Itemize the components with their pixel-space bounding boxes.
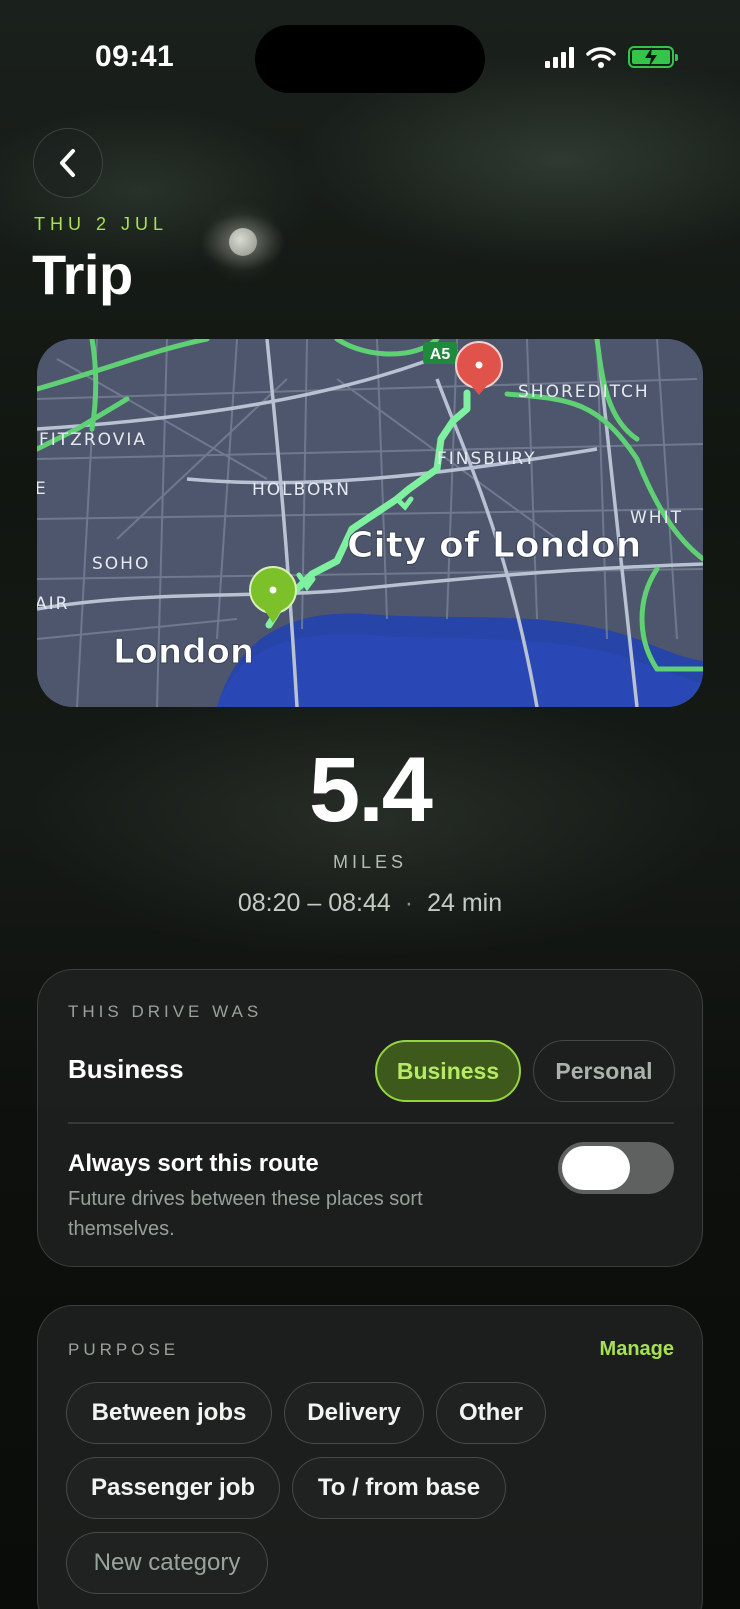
purpose-chip-to-from-base[interactable]: To / from base — [292, 1457, 506, 1519]
purpose-label: PURPOSE — [68, 1340, 180, 1359]
map-label-holborn: HOLBORN — [252, 480, 351, 500]
page-title: Trip — [32, 243, 133, 306]
purpose-card: PURPOSE Manage Between jobs Delivery Oth… — [37, 1305, 703, 1609]
toggle-knob — [562, 1146, 630, 1190]
map-label-finsbury: FINSBURY — [437, 449, 537, 469]
time-separator: · — [404, 889, 414, 917]
dynamic-island — [255, 25, 485, 93]
battery-charging-icon — [628, 46, 678, 68]
status-time: 09:41 — [95, 40, 175, 73]
map-label-air: AIR — [37, 594, 69, 614]
sort-route-description: Future drives between these places sort … — [68, 1188, 423, 1240]
moon — [229, 228, 257, 256]
map-label-e: E — [37, 479, 48, 499]
card-divider — [68, 1122, 674, 1124]
drive-type-label: THIS DRIVE WAS — [68, 1002, 263, 1021]
trip-time-range: 08:20 – 08:44 — [237, 889, 391, 917]
wifi-icon — [586, 47, 616, 68]
distance-unit: MILES — [332, 852, 408, 872]
route-map[interactable]: A5 SHOREDITCH FITZROVIA FINSBURY HOLBORN… — [37, 339, 703, 707]
chevron-left-icon — [60, 149, 75, 177]
drive-type-card: THIS DRIVE WAS Business Business Persona… — [37, 969, 703, 1267]
drive-type-value: Business — [68, 1054, 184, 1084]
personal-option-button[interactable]: Personal — [533, 1040, 675, 1102]
manage-purposes-link[interactable]: Manage — [600, 1338, 674, 1361]
map-road-shield: A5 — [430, 346, 451, 363]
new-category-chip[interactable]: New category — [66, 1532, 268, 1594]
map-label-london: London — [113, 632, 254, 672]
map-label-soho: SOHO — [92, 554, 150, 574]
trip-date: THU 2 JUL — [34, 214, 169, 234]
map-label-city-of-london: City of London — [347, 525, 641, 566]
sort-route-title: Always sort this route — [68, 1150, 319, 1177]
cellular-signal-icon — [545, 46, 574, 68]
purpose-chip-passenger-job[interactable]: Passenger job — [66, 1457, 280, 1519]
sort-route-toggle[interactable] — [558, 1142, 674, 1194]
business-option-button[interactable]: Business — [375, 1040, 521, 1102]
trip-duration: 24 min — [427, 889, 503, 917]
purpose-chip-other[interactable]: Other — [436, 1382, 546, 1444]
back-button[interactable] — [33, 128, 103, 198]
purpose-chip-between-jobs[interactable]: Between jobs — [66, 1382, 272, 1444]
map-label-fitzrovia: FITZROVIA — [39, 430, 147, 450]
map-label-shoreditch: SHOREDITCH — [518, 382, 650, 402]
purpose-chip-delivery[interactable]: Delivery — [284, 1382, 424, 1444]
status-icons — [545, 46, 678, 68]
trip-time-row: 08:20 – 08:44 · 24 min — [0, 889, 740, 918]
trip-distance: 5.4 — [309, 739, 433, 841]
